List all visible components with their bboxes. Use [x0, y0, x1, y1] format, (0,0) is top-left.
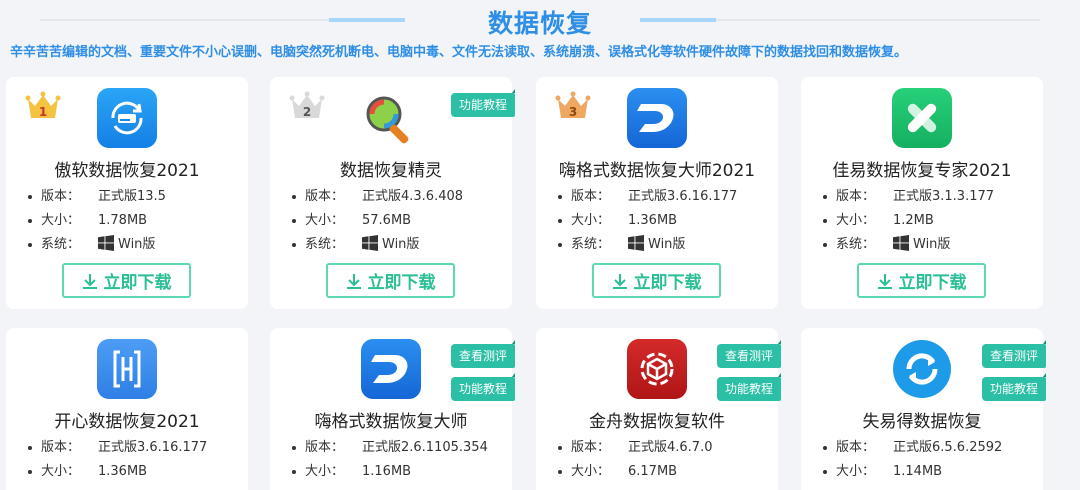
- spec-version: 版本： 正式版4.3.6.408: [292, 187, 463, 211]
- magnifier-disk-icon: [361, 88, 421, 148]
- spec-size: 大小： 1.2MB: [823, 211, 994, 235]
- download-button[interactable]: 立即下载: [857, 263, 986, 298]
- silver-crown-icon: 2: [289, 91, 325, 119]
- spec-system: 系统： Win版: [823, 235, 994, 259]
- spec-size: 大小： 1.16MB: [292, 462, 488, 486]
- app-name: 嗨格式数据恢复大师: [314, 412, 468, 432]
- windows-logo-icon: [98, 235, 114, 251]
- download-arrow-icon: [82, 273, 97, 289]
- windows-logo-icon: [362, 235, 378, 251]
- spec-version: 版本： 正式版4.6.7.0: [558, 438, 712, 462]
- circular-arrow-icon: [892, 339, 952, 399]
- tutorial-tag-button[interactable]: 功能教程: [982, 373, 1046, 401]
- review-tag-button[interactable]: 查看测评: [717, 340, 781, 368]
- tutorial-tag-button[interactable]: 功能教程: [451, 373, 515, 401]
- download-button[interactable]: 立即下载: [62, 263, 191, 298]
- review-tag-button[interactable]: 查看测评: [982, 340, 1046, 368]
- review-tag-button[interactable]: 查看测评: [451, 340, 515, 368]
- drive-refresh-icon: [97, 88, 157, 148]
- spec-size: 大小： 1.36MB: [28, 462, 207, 486]
- app-specs: 版本： 正式版4.6.7.0 大小： 6.17MB: [558, 438, 712, 486]
- app-card[interactable]: 查看测评 功能教程 金舟数据恢复软件 版本： 正式版4.6.7.0 大小： 6.17…: [536, 328, 781, 490]
- spec-system: 系统： Win版: [558, 235, 737, 259]
- spec-version: 版本： 正式版2.6.1105.354: [292, 438, 488, 462]
- app-card[interactable]: 查看测评 功能教程 失易得数据恢复 版本： 正式版6.5.6.2592 大小： 1.…: [801, 328, 1046, 490]
- spec-size: 大小： 6.17MB: [558, 462, 712, 486]
- spec-version: 版本： 正式版13.5: [28, 187, 166, 211]
- spec-version: 版本： 正式版3.1.3.177: [823, 187, 994, 211]
- app-name: 失易得数据恢复: [862, 412, 982, 432]
- gold-crown-icon: 1: [25, 91, 61, 119]
- spec-version: 版本： 正式版3.6.16.177: [28, 438, 207, 462]
- page-subtitle: 辛辛苦苦编辑的文档、重要文件不小心误删、电脑突然死机断电、电脑中毒、文件无法读取…: [10, 45, 908, 60]
- spec-size: 大小： 57.6MB: [292, 211, 463, 235]
- app-card[interactable]: 佳易数据恢复专家2021 版本： 正式版3.1.3.177 大小： 1.2MB 系统…: [801, 77, 1043, 309]
- rank-number: 1: [39, 105, 47, 119]
- section-header: 数据恢复 辛辛苦苦编辑的文档、重要文件不小心误删、电脑突然死机断电、电脑中毒、文…: [0, 0, 1080, 70]
- app-card[interactable]: 2 功能教程 数据恢复精灵 版本： 正式版4.3.6.408 大小： 57.6MB …: [270, 77, 515, 309]
- app-specs: 版本： 正式版3.1.3.177 大小： 1.2MB 系统： Win版: [823, 187, 994, 259]
- h-bracket-icon: [97, 339, 157, 399]
- spec-system: 系统： Win版: [292, 235, 463, 259]
- rank-number: 2: [303, 105, 311, 119]
- spec-size: 大小： 1.14MB: [823, 462, 1002, 486]
- windows-logo-icon: [893, 235, 909, 251]
- tutorial-tag-button[interactable]: 功能教程: [717, 373, 781, 401]
- spec-system: 系统： Win版: [28, 235, 166, 259]
- app-specs: 版本： 正式版4.3.6.408 大小： 57.6MB 系统： Win版: [292, 187, 463, 259]
- cross-bandage-icon: [892, 88, 952, 148]
- spec-size: 大小： 1.36MB: [558, 211, 737, 235]
- bronze-crown-icon: 3: [555, 91, 591, 119]
- download-arrow-icon: [612, 273, 627, 289]
- rank-number: 3: [569, 105, 577, 119]
- d-logo-icon: [361, 339, 421, 399]
- tutorial-tag-button[interactable]: 功能教程: [451, 89, 515, 117]
- download-button[interactable]: 立即下载: [326, 263, 455, 298]
- d-logo-icon: [627, 88, 687, 148]
- download-arrow-icon: [877, 273, 892, 289]
- app-card[interactable]: 3 嗨格式数据恢复大师2021 版本： 正式版3.6.16.177 大小： 1.36…: [536, 77, 778, 309]
- app-card[interactable]: 开心数据恢复2021 版本： 正式版3.6.16.177 大小： 1.36MB: [6, 328, 248, 490]
- app-specs: 版本： 正式版3.6.16.177 大小： 1.36MB: [28, 438, 207, 486]
- app-name: 傲软数据恢复2021: [54, 161, 200, 181]
- app-specs: 版本： 正式版3.6.16.177 大小： 1.36MB 系统： Win版: [558, 187, 737, 259]
- download-arrow-icon: [346, 273, 361, 289]
- spec-version: 版本： 正式版6.5.6.2592: [823, 438, 1002, 462]
- spec-size: 大小： 1.78MB: [28, 211, 166, 235]
- app-specs: 版本： 正式版6.5.6.2592 大小： 1.14MB: [823, 438, 1002, 486]
- app-name: 嗨格式数据恢复大师2021: [558, 161, 756, 181]
- cube-gear-icon: [627, 339, 687, 399]
- app-specs: 版本： 正式版2.6.1105.354 大小： 1.16MB: [292, 438, 488, 486]
- spec-version: 版本： 正式版3.6.16.177: [558, 187, 737, 211]
- windows-logo-icon: [628, 235, 644, 251]
- app-card[interactable]: 1 傲软数据恢复2021 版本： 正式版13.5 大小： 1.78MB 系统： Win…: [6, 77, 248, 309]
- download-button[interactable]: 立即下载: [592, 263, 721, 298]
- app-name: 佳易数据恢复专家2021: [832, 161, 1012, 181]
- app-specs: 版本： 正式版13.5 大小： 1.78MB 系统： Win版: [28, 187, 166, 259]
- app-name: 金舟数据恢复软件: [589, 412, 725, 432]
- app-name: 开心数据恢复2021: [54, 412, 200, 432]
- page-title: 数据恢复: [487, 9, 592, 38]
- app-card[interactable]: 查看测评 功能教程 嗨格式数据恢复大师 版本： 正式版2.6.1105.354 大…: [270, 328, 515, 490]
- app-name: 数据恢复精灵: [340, 161, 442, 181]
